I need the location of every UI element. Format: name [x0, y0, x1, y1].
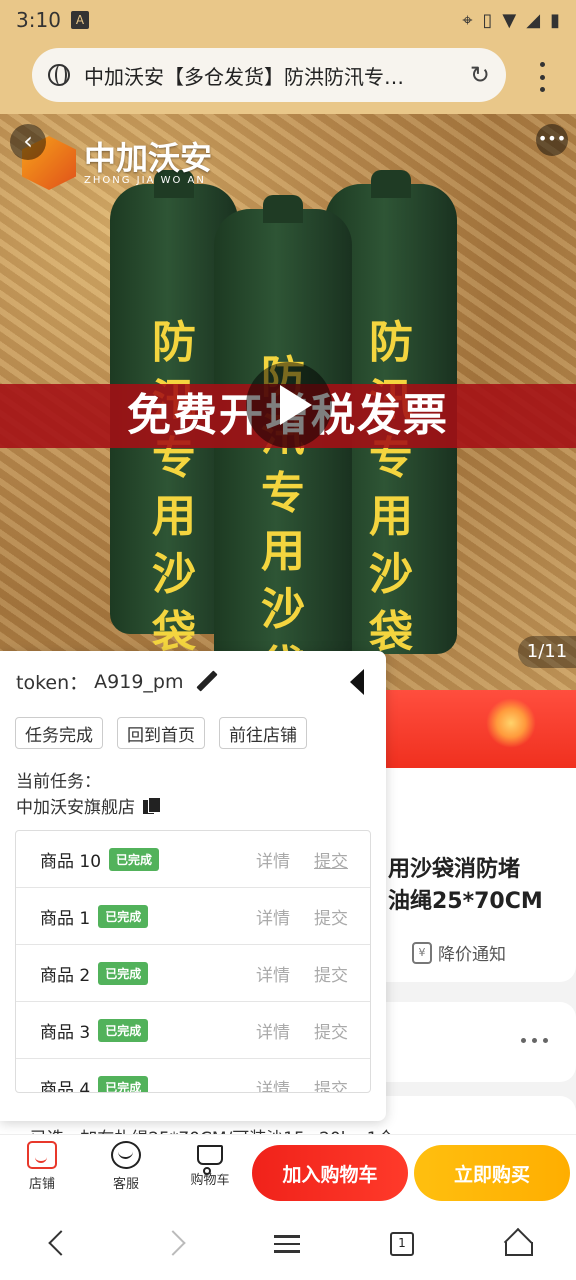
status-icons: ⌖ ▯ ▼ ◢ ▮ — [462, 10, 560, 31]
buy-now-button[interactable]: 立即购买 — [414, 1145, 570, 1201]
brand-logo: 中加沃安 ZHONG JIA WO AN — [22, 136, 212, 190]
add-to-cart-button[interactable]: 加入购物车 — [252, 1145, 408, 1201]
item-name: 商品 4 — [40, 1079, 91, 1093]
back-home-button[interactable]: 回到首页 — [117, 717, 205, 749]
vibrate-icon: ▯ — [482, 9, 493, 31]
sandbag-image: 防汛专用沙袋 — [214, 195, 352, 690]
reload-icon[interactable]: ↻ — [470, 61, 490, 89]
task-panel: token： A919_pm 任务完成 回到首页 前往店铺 当前任务： 中加沃安… — [0, 651, 386, 1121]
status-badge: 已完成 — [98, 904, 149, 928]
product-title: 用沙袋消防堵 油绳25*70CM — [388, 857, 543, 914]
forward-icon[interactable] — [160, 1228, 194, 1262]
status-badge: 已完成 — [98, 961, 149, 985]
store-tab[interactable]: 店铺 — [12, 1141, 72, 1192]
item-name: 商品 10 — [40, 851, 102, 872]
submit-link[interactable]: 提交 — [314, 904, 348, 929]
item-name: 商品 3 — [40, 1022, 91, 1043]
service-label: 客服 — [112, 1177, 139, 1192]
brand-name: 中加沃安 — [84, 138, 213, 177]
collapse-panel-icon[interactable] — [350, 669, 364, 695]
detail-link[interactable]: 详情 — [256, 1075, 290, 1093]
detail-link[interactable]: 详情 — [256, 1018, 290, 1043]
current-task: 中加沃安旗舰店 — [16, 793, 161, 818]
list-item: 商品 3 已完成 详情 提交 — [16, 1002, 370, 1059]
detail-link[interactable]: 详情 — [256, 904, 290, 929]
submit-link[interactable]: 提交 — [314, 961, 348, 986]
globe-icon — [48, 64, 70, 86]
cart-icon — [197, 1145, 223, 1175]
service-tab[interactable]: 客服 — [96, 1141, 156, 1192]
cart-tab[interactable]: 购物车 — [180, 1141, 240, 1188]
more-dots-icon — [521, 1038, 548, 1043]
status-badge: 已完成 — [98, 1075, 149, 1092]
submit-link[interactable]: 提交 — [314, 1075, 348, 1093]
promo-strip — [386, 690, 576, 768]
list-item: 商品 1 已完成 详情 提交 — [16, 888, 370, 945]
tabs-button[interactable]: 1 — [390, 1232, 414, 1256]
current-task-label: 当前任务： — [16, 772, 101, 792]
back-button[interactable]: ‹ — [10, 124, 46, 160]
location-icon: ⌖ — [462, 9, 473, 31]
item-name: 商品 1 — [40, 908, 91, 929]
copy-icon[interactable] — [143, 796, 161, 815]
store-icon — [27, 1141, 57, 1169]
price-tag-icon: ¥ — [412, 941, 432, 964]
list-item: 商品 4 已完成 详情 提交 — [16, 1059, 370, 1093]
item-name: 商品 2 — [40, 965, 91, 986]
address-bar[interactable]: 中加沃安【多仓发货】防洪防汛专… ↻ — [32, 48, 506, 102]
firework-icon — [486, 698, 536, 748]
status-bar: 3:10 A ⌖ ▯ ▼ ◢ ▮ — [0, 0, 576, 40]
home-icon[interactable] — [502, 1228, 536, 1262]
panel-actions: 任务完成 回到首页 前往店铺 — [15, 717, 307, 749]
kebab-menu-icon[interactable] — [540, 62, 546, 92]
store-label: 店铺 — [28, 1177, 55, 1192]
cart-label: 购物车 — [190, 1173, 230, 1188]
menu-icon[interactable] — [270, 1230, 304, 1264]
token-row: token： A919_pm — [16, 668, 217, 695]
brand-sub: ZHONG JIA WO AN — [84, 174, 206, 186]
go-store-button[interactable]: 前往店铺 — [219, 717, 307, 749]
status-time: 3:10 — [16, 8, 61, 32]
list-item: 商品 2 已完成 详情 提交 — [16, 945, 370, 1002]
task-done-button[interactable]: 任务完成 — [15, 717, 103, 749]
detail-link[interactable]: 详情 — [256, 847, 290, 872]
more-options-button[interactable]: ••• — [536, 124, 568, 156]
image-counter: 1/11 — [518, 636, 576, 668]
signal-icon: ◢ — [526, 9, 541, 31]
play-video-button[interactable] — [246, 362, 332, 448]
token-value: A919_pm — [94, 670, 184, 693]
edit-pencil-icon[interactable] — [195, 671, 217, 693]
page-title: 中加沃安【多仓发货】防洪防汛专… — [84, 64, 404, 89]
price-notify-button[interactable]: ¥ 降价通知 — [412, 940, 506, 965]
submit-link[interactable]: 提交 — [314, 847, 348, 872]
list-item: 商品 10 已完成 详情 提交 — [16, 831, 370, 888]
task-item-list[interactable]: 商品 10 已完成 详情 提交 商品 1 已完成 详情 提交 商品 2 已完成 … — [15, 830, 371, 1093]
back-icon[interactable] — [40, 1228, 74, 1262]
notification-icon: A — [70, 11, 89, 29]
status-badge: 已完成 — [98, 1018, 149, 1042]
status-badge: 已完成 — [109, 847, 160, 871]
wifi-icon: ▼ — [502, 9, 517, 31]
customer-service-icon — [111, 1141, 141, 1169]
product-image[interactable]: 防汛专用沙袋 防汛专用沙袋 防汛专用沙袋 免费开增税发票 中加沃安 ZHONG … — [0, 114, 576, 690]
token-label: token： — [16, 672, 89, 694]
detail-link[interactable]: 详情 — [256, 961, 290, 986]
bottom-action-bar: 店铺 客服 购物车 加入购物车 立即购买 — [0, 1134, 576, 1208]
current-task-name: 中加沃安旗舰店 — [16, 798, 135, 818]
browser-nav-bar: 1 — [0, 1208, 576, 1280]
price-notify-label: 降价通知 — [438, 945, 506, 965]
submit-link[interactable]: 提交 — [314, 1018, 348, 1043]
battery-icon: ▮ — [550, 9, 560, 31]
browser-toolbar: 中加沃安【多仓发货】防洪防汛专… ↻ — [0, 40, 576, 114]
